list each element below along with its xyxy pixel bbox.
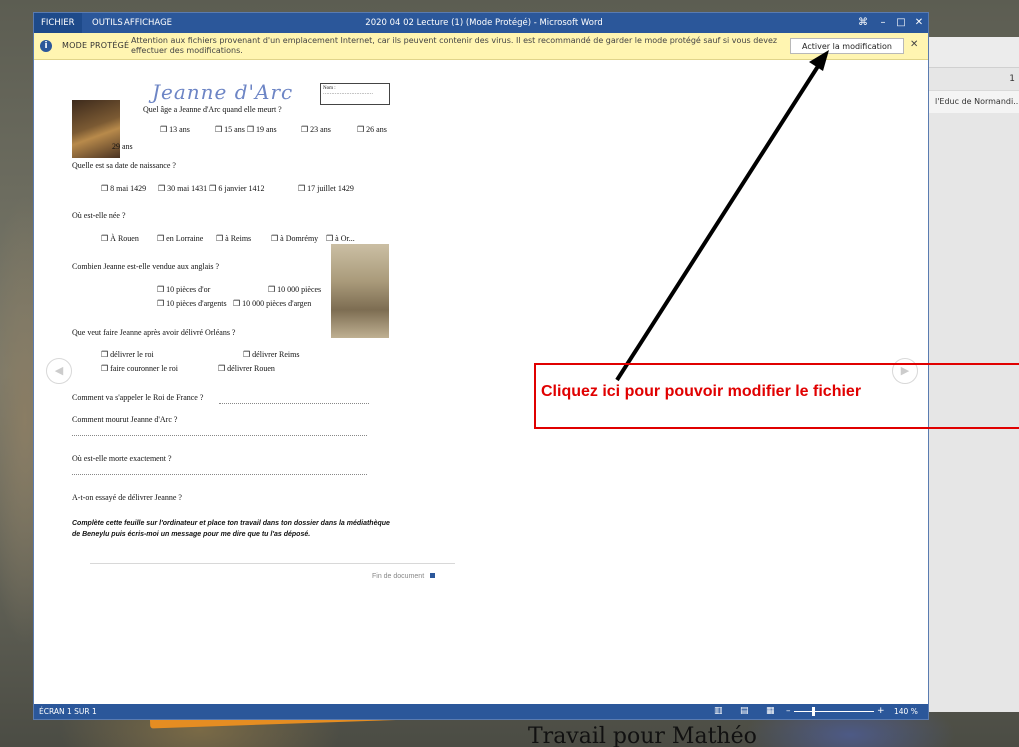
annotation-text: Cliquez ici pour pouvoir modifier le fic…: [541, 383, 862, 400]
arrow-head: [809, 50, 829, 71]
arrow-shaft: [615, 58, 824, 382]
